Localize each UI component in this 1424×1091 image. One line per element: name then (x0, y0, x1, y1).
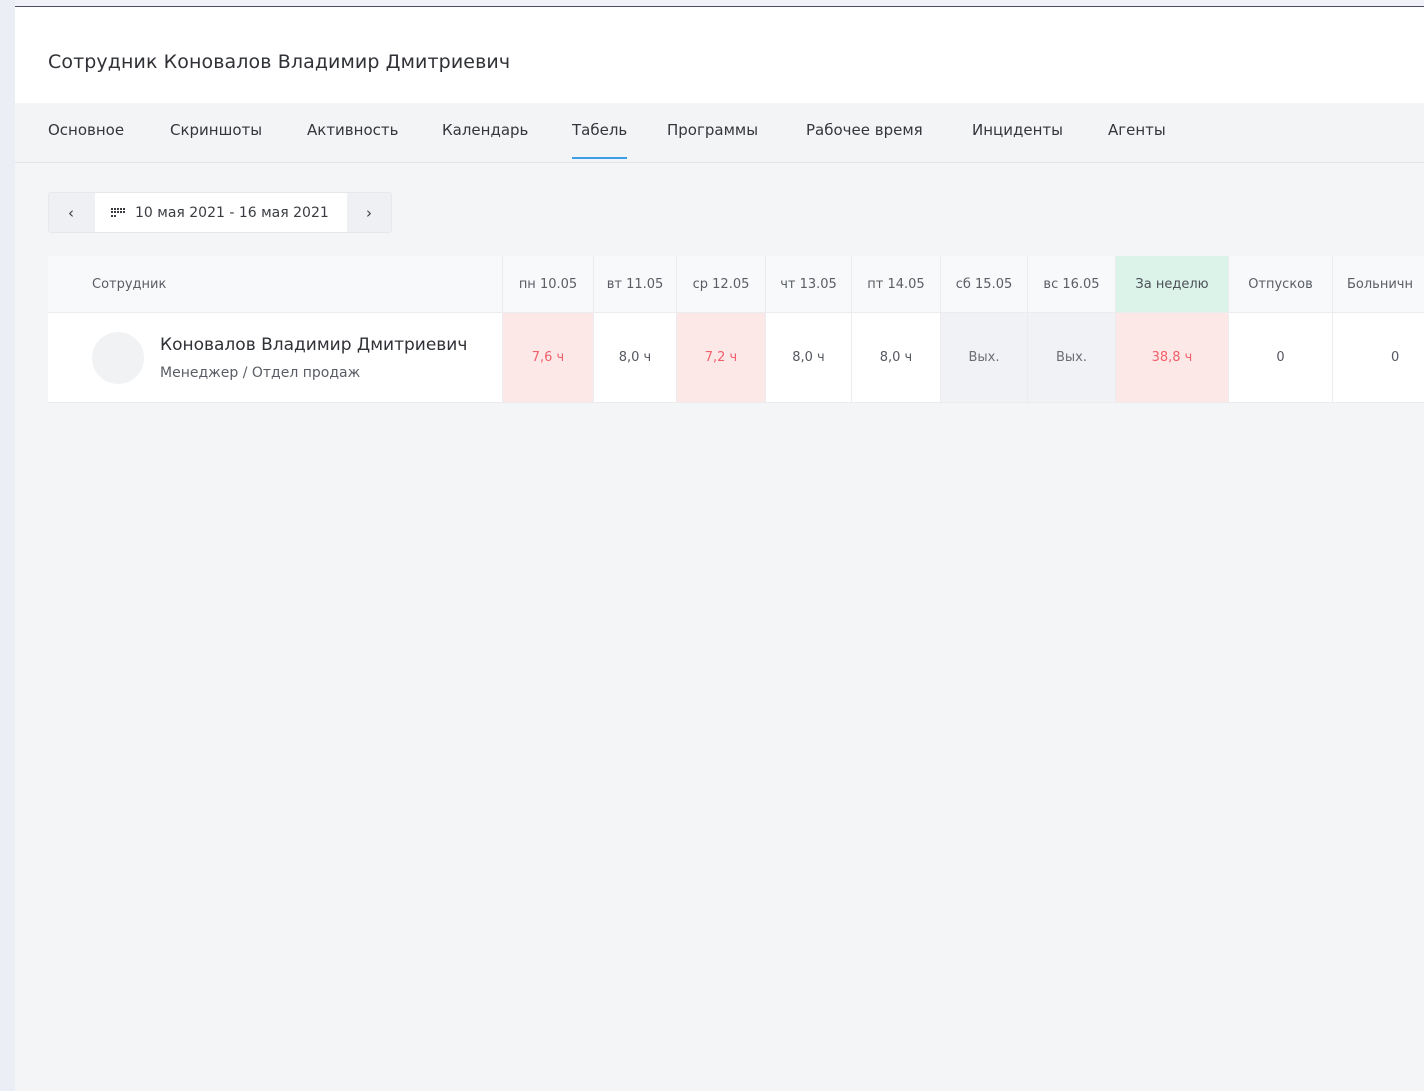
column-header-day: вс 16.05 (1027, 256, 1115, 312)
tab-bar: Основное Скриншоты Активность Календарь … (15, 103, 1424, 163)
day-hours-cell[interactable]: 8,0 ч (765, 313, 851, 402)
day-hours-cell[interactable]: 7,2 ч (676, 313, 765, 402)
tab-main[interactable]: Основное (48, 121, 124, 139)
day-hours-cell[interactable]: 8,0 ч (851, 313, 940, 402)
column-header-day: ср 12.05 (676, 256, 765, 312)
prev-period-button[interactable]: ‹ (49, 193, 93, 232)
column-header-employee: Сотрудник (92, 276, 167, 292)
timesheet-table: Сотрудник пн 10.05 вт 11.05 ср 12.05 чт … (48, 256, 1424, 403)
column-header-day: чт 13.05 (765, 256, 851, 312)
table-row[interactable]: Коновалов Владимир Дмитриевич Менеджер /… (48, 313, 1424, 403)
page: Сотрудник Коновалов Владимир Дмитриевич … (15, 7, 1424, 1091)
column-header-day: вт 11.05 (593, 256, 676, 312)
sick-leaves-count-cell: 0 (1332, 313, 1424, 402)
column-header-vacations: Отпусков (1228, 256, 1332, 312)
day-hours-cell[interactable]: 7,6 ч (502, 313, 593, 402)
calendar-icon (111, 207, 127, 218)
page-title: Сотрудник Коновалов Владимир Дмитриевич (48, 51, 511, 73)
vacations-count-cell: 0 (1228, 313, 1332, 402)
day-off-cell[interactable]: Вых. (1027, 313, 1115, 402)
date-range-label: 10 мая 2021 - 16 мая 2021 (135, 204, 329, 221)
period-selector: ‹ 10 мая 2021 - 16 мая 2021 › (48, 192, 392, 233)
next-period-button[interactable]: › (347, 193, 391, 232)
avatar (92, 332, 144, 384)
tab-screenshots[interactable]: Скриншоты (170, 121, 262, 139)
day-hours-cell[interactable]: 8,0 ч (593, 313, 676, 402)
column-header-day: пн 10.05 (502, 256, 593, 312)
column-header-sick-leaves: Больничн (1332, 256, 1424, 312)
tab-calendar[interactable]: Календарь (442, 121, 528, 139)
day-off-cell[interactable]: Вых. (940, 313, 1027, 402)
week-total-cell: 38,8 ч (1115, 313, 1228, 402)
tab-incidents[interactable]: Инциденты (972, 121, 1063, 139)
employee-name[interactable]: Коновалов Владимир Дмитриевич (160, 335, 467, 355)
column-header-week-total: За неделю (1115, 256, 1228, 312)
left-edge-strip (0, 0, 15, 1091)
employee-role: Менеджер / Отдел продаж (160, 365, 361, 381)
column-header-day: пт 14.05 (851, 256, 940, 312)
tab-timesheet[interactable]: Табель (572, 121, 628, 159)
tab-activity[interactable]: Активность (307, 121, 398, 139)
page-header: Сотрудник Коновалов Владимир Дмитриевич (15, 7, 1424, 103)
column-header-day: сб 15.05 (940, 256, 1027, 312)
tab-programs[interactable]: Программы (667, 121, 758, 139)
date-range-picker[interactable]: 10 мая 2021 - 16 мая 2021 (95, 193, 347, 232)
tab-agents[interactable]: Агенты (1108, 121, 1166, 139)
table-header: Сотрудник пн 10.05 вт 11.05 ср 12.05 чт … (48, 256, 1424, 313)
tab-work-time[interactable]: Рабочее время (806, 121, 923, 139)
